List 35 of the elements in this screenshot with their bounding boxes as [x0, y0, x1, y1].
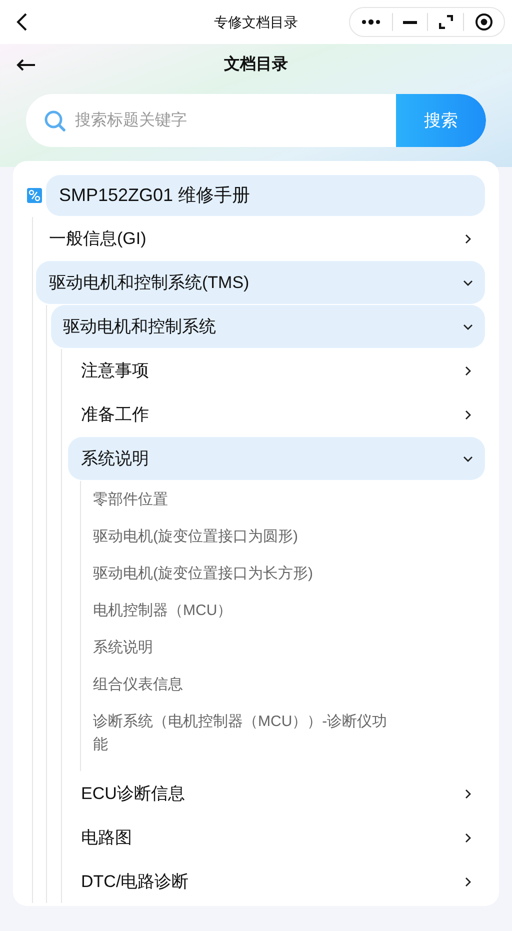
- chevron-down-icon: [463, 278, 473, 288]
- chevron-right-icon: [463, 832, 473, 842]
- tree-leaf-item[interactable]: 驱动电机(旋变位置接口为圆形): [93, 518, 393, 555]
- tree-leaf-item[interactable]: 组合仪表信息: [93, 666, 393, 703]
- target-icon[interactable]: [474, 13, 493, 31]
- tree-leaf-item[interactable]: 驱动电机(旋变位置接口为长方形): [93, 555, 393, 592]
- tree-item[interactable]: 驱动电机和控制系统: [51, 305, 485, 348]
- expand-icon[interactable]: [438, 15, 453, 29]
- tree-item[interactable]: 驱动电机和控制系统(TMS): [36, 261, 485, 304]
- tree-leaf-item[interactable]: 电机控制器（MCU）: [93, 592, 393, 629]
- tree-leaf-item[interactable]: 诊断系统（电机控制器（MCU））-诊断仪功能: [93, 703, 393, 763]
- chevron-right-icon: [463, 788, 473, 798]
- tree-root-item[interactable]: SMP152ZG01 维修手册: [46, 175, 485, 216]
- tree-item[interactable]: 注意事项: [68, 349, 485, 392]
- more-icon[interactable]: [361, 19, 382, 25]
- tree-item[interactable]: 电路图: [68, 816, 485, 859]
- header-title: 文档目录: [224, 54, 288, 75]
- chevron-down-icon: [463, 322, 473, 332]
- tree-leaf-item[interactable]: 系统说明: [93, 629, 393, 666]
- tree-item[interactable]: 系统说明: [68, 437, 485, 480]
- back-arrow-icon[interactable]: [16, 59, 35, 71]
- chevron-right-icon: [463, 876, 473, 886]
- back-icon[interactable]: [16, 12, 28, 32]
- page-title: 专修文档目录: [214, 12, 298, 32]
- tree-item[interactable]: 一般信息(GI): [36, 217, 485, 260]
- search-icon: [44, 110, 66, 132]
- tree-item[interactable]: DTC/电路诊断: [68, 860, 485, 903]
- minimize-icon[interactable]: [403, 20, 418, 24]
- chevron-right-icon: [463, 366, 473, 376]
- tree-item[interactable]: 准备工作: [68, 393, 485, 436]
- tree-item[interactable]: ECU诊断信息: [68, 772, 485, 815]
- chevron-right-icon: [463, 234, 473, 244]
- chevron-right-icon: [463, 410, 473, 420]
- chevron-down-icon: [463, 454, 473, 464]
- tree-leaf-item[interactable]: 零部件位置: [93, 481, 393, 518]
